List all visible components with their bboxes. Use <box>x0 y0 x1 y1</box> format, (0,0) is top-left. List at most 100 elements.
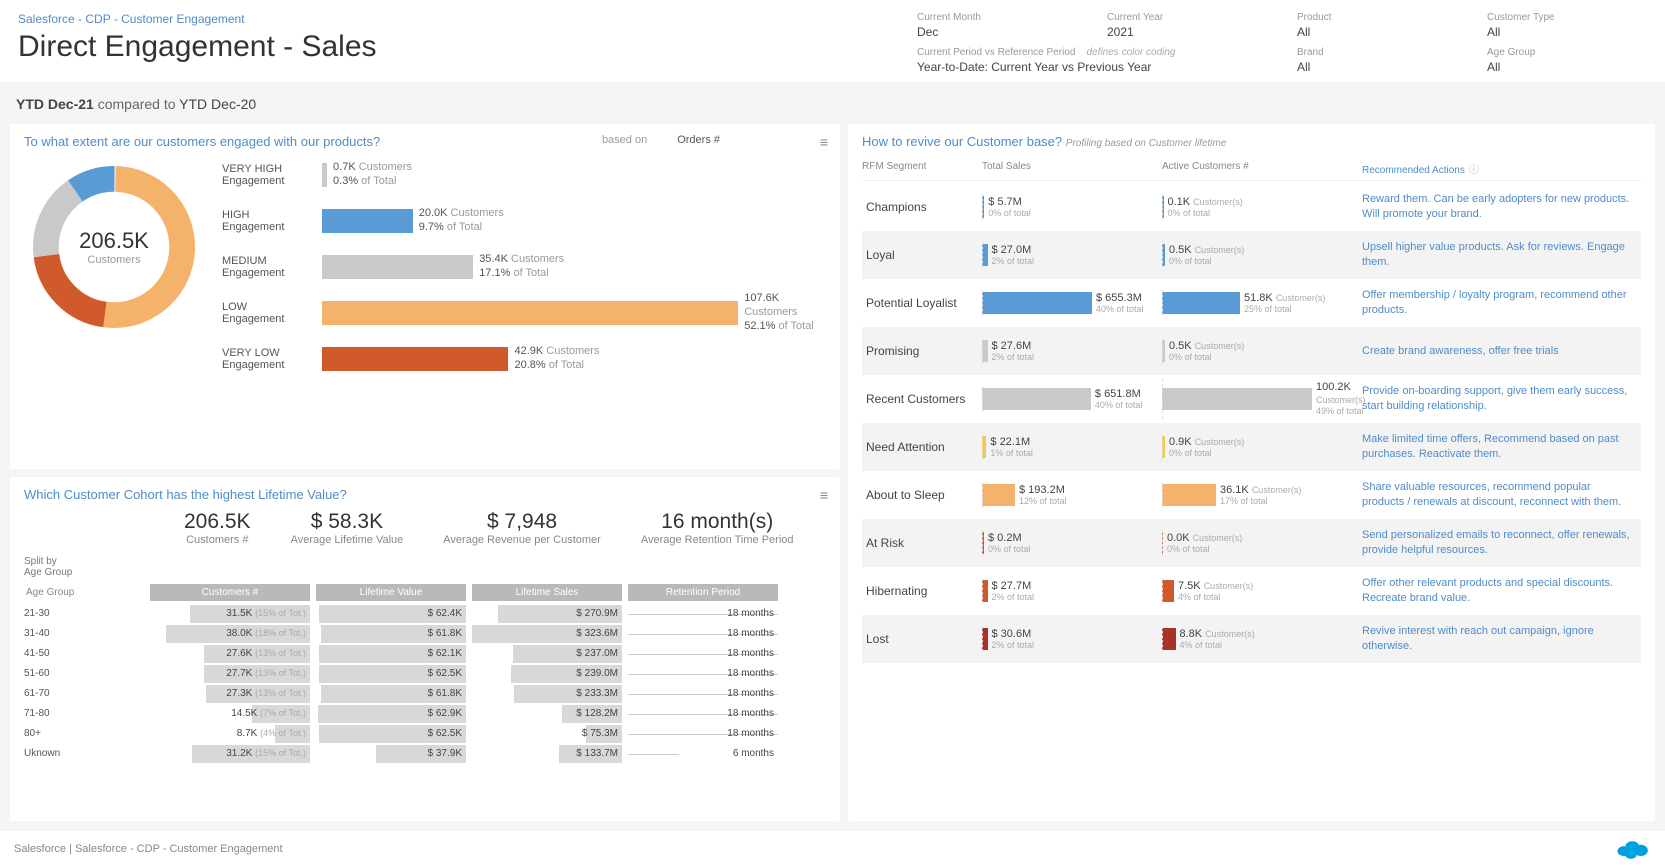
filter-current-month[interactable]: Current Month Dec <box>917 12 1077 39</box>
filter-product[interactable]: Product All <box>1297 12 1457 39</box>
rfm-segment-name: About to Sleep <box>862 488 982 502</box>
menu-icon[interactable]: ≡ <box>820 487 828 503</box>
rfm-action-text: Provide on-boarding support, give them e… <box>1362 384 1641 414</box>
engagement-bar <box>322 255 473 279</box>
engagement-row[interactable]: HIGHEngagement 20.0K Customers9.7% of To… <box>222 203 826 239</box>
cohort-age: 41-50 <box>24 648 144 659</box>
engagement-row-label: VERY LOWEngagement <box>222 347 312 371</box>
filter-period[interactable]: Current Period vs Reference Period defin… <box>917 47 1267 74</box>
kpi-label: Average Retention Time Period <box>641 534 794 546</box>
rfm-action-text: Offer membership / loyalty program, reco… <box>1362 288 1641 318</box>
rfm-row[interactable]: At Risk $ 0.2M0% of total 0.0K Customer(… <box>862 519 1641 567</box>
page-title: Direct Engagement - Sales <box>18 30 377 64</box>
engagement-donut-chart[interactable]: 206.5K Customers <box>24 157 204 337</box>
rfm-row[interactable]: Loyal $ 27.0M2% of total 0.5K Customer(s… <box>862 231 1641 279</box>
rfm-action-text: Upsell higher value products. Ask for re… <box>1362 240 1641 270</box>
kpi-value: $ 58.3K <box>291 510 404 534</box>
rfm-segment-name: Potential Loyalist <box>862 296 982 310</box>
cohort-row[interactable]: 80+ 8.7K (4% of Tot.) $ 62.5K $ 75.3M 18… <box>24 724 826 744</box>
kpi-label: Customers # <box>184 534 251 546</box>
filter-customer-type[interactable]: Customer Type All <box>1487 12 1647 39</box>
menu-icon[interactable]: ≡ <box>820 134 828 150</box>
rfm-segment-name: Loyal <box>862 248 982 262</box>
col-header-lifetime-value[interactable]: Lifetime Value <box>316 584 466 601</box>
cohort-row[interactable]: 61-70 27.3K (13% of Tot.) $ 61.8K $ 233.… <box>24 684 826 704</box>
rfm-row[interactable]: Lost $ 30.6M2% of total 8.8K Customer(s)… <box>862 615 1641 663</box>
rfm-cust-bar <box>1162 580 1174 602</box>
engagement-row[interactable]: LOWEngagement 107.6K Customers52.1% of T… <box>222 295 826 331</box>
rfm-segment-name: Promising <box>862 344 982 358</box>
rfm-cust-bar <box>1162 292 1240 314</box>
rfm-action-text: Revive interest with reach out campaign,… <box>1362 624 1641 654</box>
rfm-row[interactable]: Need Attention $ 22.1M1% of total 0.9K C… <box>862 423 1641 471</box>
col-header-customers[interactable]: Customers # <box>150 584 310 601</box>
engagement-row-label: MEDIUMEngagement <box>222 255 312 279</box>
col-header-lifetime-sales[interactable]: Lifetime Sales <box>472 584 622 601</box>
footer-text: Salesforce | Salesforce - CDP - Customer… <box>14 843 283 855</box>
rfm-action-text: Make limited time offers, Recommend base… <box>1362 432 1641 462</box>
kpi-value: 16 month(s) <box>641 510 794 534</box>
rfm-cust-bar <box>1162 484 1216 506</box>
kpi-label: Average Lifetime Value <box>291 534 404 546</box>
col-header-sales: Total Sales <box>982 161 1162 176</box>
rfm-segment-name: Lost <box>862 632 982 646</box>
filter-grid: Current Month Dec Current Year 2021 Prod… <box>917 12 1647 74</box>
cohort-age: 21-30 <box>24 608 144 619</box>
kpi-block: 16 month(s)Average Retention Time Period <box>641 510 794 546</box>
cohort-row[interactable]: 41-50 27.6K (13% of Tot.) $ 62.1K $ 237.… <box>24 644 826 664</box>
filter-current-year[interactable]: Current Year 2021 <box>1107 12 1267 39</box>
col-header-age[interactable]: Age Group <box>24 584 144 601</box>
engagement-value: 35.4K Customers17.1% of Total <box>479 253 564 281</box>
based-on-selector[interactable]: based onOrders # <box>602 134 720 146</box>
cohort-row[interactable]: 21-30 31.5K (15% of Tot.) $ 62.4K $ 270.… <box>24 604 826 624</box>
rfm-cust-bar <box>1162 388 1312 410</box>
kpi-value: 206.5K <box>184 510 251 534</box>
filter-age-group[interactable]: Age Group All <box>1487 47 1647 74</box>
rfm-row[interactable]: Promising $ 27.6M2% of total 0.5K Custom… <box>862 327 1641 375</box>
panel-title-cohort: Which Customer Cohort has the highest Li… <box>24 487 826 502</box>
cohort-panel: Which Customer Cohort has the highest Li… <box>10 477 840 822</box>
cohort-age: Uknown <box>24 748 144 759</box>
col-header-actions: Recommended Actionsⓘ <box>1362 161 1641 176</box>
rfm-segment-name: At Risk <box>862 536 982 550</box>
engagement-bar <box>322 347 508 371</box>
col-header-retention[interactable]: Retention Period <box>628 584 778 601</box>
rfm-row[interactable]: About to Sleep $ 193.2M12% of total 36.1… <box>862 471 1641 519</box>
cohort-row[interactable]: 31-40 38.0K (18% of Tot.) $ 61.8K $ 323.… <box>24 624 826 644</box>
engagement-value: 20.0K Customers9.7% of Total <box>419 207 504 235</box>
split-by-label: Split byAge Group <box>24 556 826 578</box>
rfm-segment-name: Recent Customers <box>862 392 982 406</box>
info-icon[interactable]: ⓘ <box>1469 165 1479 176</box>
rfm-action-text: Share valuable resources, recommend popu… <box>1362 480 1641 510</box>
rfm-cust-bar <box>1162 628 1176 650</box>
cohort-row[interactable]: 51-60 27.7K (13% of Tot.) $ 62.5K $ 239.… <box>24 664 826 684</box>
engagement-row[interactable]: VERY LOWEngagement 42.9K Customers20.8% … <box>222 341 826 377</box>
cohort-age: 71-80 <box>24 708 144 719</box>
rfm-row[interactable]: Potential Loyalist $ 655.3M40% of total … <box>862 279 1641 327</box>
rfm-action-text: Reward them. Can be early adopters for n… <box>1362 192 1641 222</box>
cohort-age: 31-40 <box>24 628 144 639</box>
salesforce-logo-icon <box>1615 837 1651 861</box>
engagement-row[interactable]: MEDIUMEngagement 35.4K Customers17.1% of… <box>222 249 826 285</box>
cohort-age: 61-70 <box>24 688 144 699</box>
rfm-sales-bar <box>982 292 1092 314</box>
kpi-value: $ 7,948 <box>443 510 601 534</box>
rfm-sales-bar <box>982 484 1015 506</box>
cohort-age: 51-60 <box>24 668 144 679</box>
cohort-row[interactable]: 71-80 14.5K (7% of Tot.) $ 62.9K $ 128.2… <box>24 704 826 724</box>
col-header-segment: RFM Segment <box>862 161 982 176</box>
rfm-row[interactable]: Recent Customers $ 651.8M40% of total 10… <box>862 375 1641 423</box>
kpi-label: Average Revenue per Customer <box>443 534 601 546</box>
kpi-block: $ 58.3KAverage Lifetime Value <box>291 510 404 546</box>
engagement-value: 42.9K Customers20.8% of Total <box>514 345 599 373</box>
cohort-row[interactable]: Uknown 31.2K (15% of Tot.) $ 37.9K $ 133… <box>24 744 826 764</box>
breadcrumb[interactable]: Salesforce - CDP - Customer Engagement <box>18 12 377 26</box>
engagement-row[interactable]: VERY HIGHEngagement 0.7K Customers0.3% o… <box>222 157 826 193</box>
rfm-segment-name: Champions <box>862 200 982 214</box>
rfm-action-text: Send personalized emails to reconnect, o… <box>1362 528 1641 558</box>
engagement-row-label: VERY HIGHEngagement <box>222 163 312 187</box>
rfm-row[interactable]: Hibernating $ 27.7M2% of total 7.5K Cust… <box>862 567 1641 615</box>
kpi-block: 206.5KCustomers # <box>184 510 251 546</box>
rfm-row[interactable]: Champions $ 5.7M0% of total 0.1K Custome… <box>862 183 1641 231</box>
filter-brand[interactable]: Brand All <box>1297 47 1457 74</box>
